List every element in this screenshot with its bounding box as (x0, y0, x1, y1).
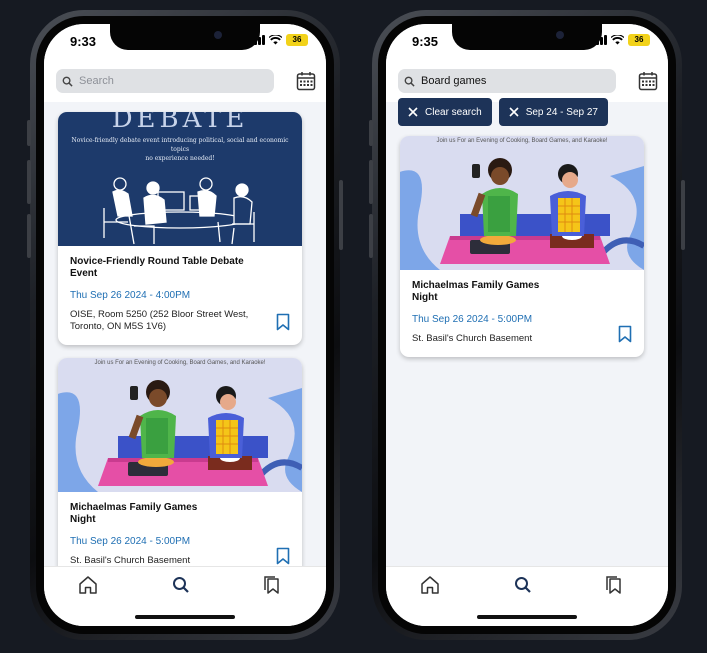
tab-bar (44, 566, 326, 626)
status-time: 9:33 (70, 34, 97, 49)
app-screen: 9:33 36 Search DEBATE Novice-friendly de… (44, 24, 326, 626)
bookmarks-icon[interactable] (262, 575, 282, 595)
event-datetime: Thu Sep 26 2024 - 5:00PM (70, 536, 191, 547)
close-icon (509, 107, 519, 117)
notch (110, 24, 260, 50)
wifi-icon (269, 35, 282, 45)
bookmark-icon[interactable] (618, 325, 632, 343)
battery-indicator: 36 (628, 34, 650, 46)
home-indicator (135, 615, 235, 619)
search-header: Board games (386, 58, 668, 102)
home-indicator (477, 615, 577, 619)
calendar-icon[interactable] (296, 71, 316, 91)
clear-search-chip[interactable]: Clear search (398, 98, 492, 126)
phone-left: 9:33 36 Search DEBATE Novice-friendly de… (27, 10, 343, 640)
banner-caption: Join us For an Evening of Cooking, Board… (94, 360, 266, 366)
battery-indicator: 36 (286, 34, 308, 46)
event-card-games-night[interactable]: Join us For an Evening of Cooking, Board… (58, 358, 302, 579)
cooking-illustration (58, 380, 302, 492)
debate-table-illustration (103, 177, 255, 245)
cooking-illustration (400, 158, 644, 270)
search-placeholder: Search (79, 75, 114, 87)
date-range-chip[interactable]: Sep 24 - Sep 27 (498, 98, 608, 126)
wifi-icon (611, 35, 624, 45)
tab-bar (386, 566, 668, 626)
app-screen: 9:35 36 Board games Clear search Sep 24 … (386, 24, 668, 626)
bookmark-icon[interactable] (276, 313, 290, 331)
notch (452, 24, 602, 50)
event-location: St. Basil's Church Basement (412, 333, 533, 344)
event-title: Novice-Friendly Round Table Debate Event (70, 256, 244, 279)
event-title: Michaelmas Family Games Night (412, 280, 540, 303)
banner-caption: Join us For an Evening of Cooking, Board… (436, 138, 608, 144)
event-card-games-night[interactable]: Join us For an Evening of Cooking, Board… (400, 136, 644, 357)
event-datetime: Thu Sep 26 2024 - 5:00PM (412, 314, 533, 325)
close-icon (408, 107, 418, 117)
search-input[interactable]: Search (56, 69, 274, 93)
event-card-debate[interactable]: DEBATE Novice-friendly debate event intr… (58, 112, 302, 345)
search-icon (404, 76, 415, 87)
search-tab-icon[interactable] (171, 575, 191, 595)
calendar-icon[interactable] (638, 71, 658, 91)
phone-right: 9:35 36 Board games Clear search Sep 24 … (369, 10, 685, 640)
search-header: Search (44, 58, 326, 102)
event-title: Michaelmas Family Games Night (70, 502, 198, 525)
event-banner-games-night: Join us For an Evening of Cooking, Board… (58, 358, 302, 492)
search-value: Board games (421, 75, 487, 87)
event-datetime: Thu Sep 26 2024 - 4:00PM (70, 290, 191, 301)
event-banner-debate: DEBATE Novice-friendly debate event intr… (58, 112, 302, 246)
search-icon (62, 76, 73, 87)
event-location: OISE, Room 5250 (252 Bloor Street West, … (70, 309, 249, 332)
search-tab-icon[interactable] (513, 575, 533, 595)
home-icon[interactable] (78, 575, 98, 595)
filter-chips: Clear search Sep 24 - Sep 27 (398, 98, 658, 126)
event-banner-games-night: Join us For an Evening of Cooking, Board… (400, 136, 644, 270)
search-input[interactable]: Board games (398, 69, 616, 93)
bookmarks-icon[interactable] (604, 575, 624, 595)
status-time: 9:35 (412, 34, 439, 49)
chip-label: Clear search (425, 106, 482, 118)
chip-label: Sep 24 - Sep 27 (525, 106, 598, 118)
home-icon[interactable] (420, 575, 440, 595)
bookmark-icon[interactable] (276, 547, 290, 565)
